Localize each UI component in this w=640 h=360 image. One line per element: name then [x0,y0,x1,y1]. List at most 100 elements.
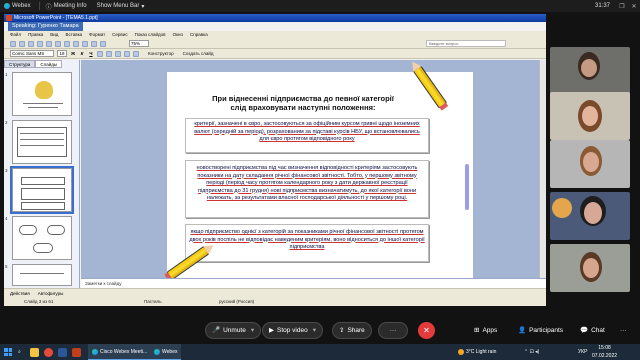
close-icon[interactable]: ✕ [628,3,640,10]
more-panel-button[interactable]: ··· [620,322,627,339]
bullets-icon[interactable] [124,50,130,57]
tab-outline[interactable]: Структура [4,60,36,68]
stop-video-label: Stop video [277,327,308,334]
paste-icon[interactable] [64,40,70,47]
participant-video[interactable] [550,140,630,188]
taskbar-cisco-label: Cisco Webex Meeti... [100,348,148,355]
webex-app-menu[interactable]: Webex [4,3,31,9]
clock-time: 15:08 [598,345,611,351]
help-search-input[interactable]: Введите вопрос [426,40,506,47]
taskbar-chrome-icon[interactable] [44,344,53,360]
chat-button[interactable]: 💬 Chat [580,322,605,339]
show-menu-bar-button[interactable]: Show Menu Bar ▾ [97,3,145,10]
slide-thumbnail[interactable] [12,120,72,164]
slide-thumbnail[interactable] [12,264,72,286]
microphone-muted-icon: 🎤 [212,327,221,334]
menu-item[interactable]: Формат [89,31,105,39]
restore-icon[interactable]: ❐ [616,3,628,10]
text-box-2[interactable]: новостворені підприємства під час визнач… [185,160,429,218]
slide-thumbnail[interactable] [12,216,72,260]
taskbar-cisco-webex[interactable]: Cisco Webex Meeti... [88,344,152,360]
redo-icon[interactable] [82,40,88,47]
menu-item[interactable]: Файл [10,31,21,39]
camera-icon: ▶ [269,327,274,334]
autoshapes-menu[interactable]: Автофигуры [38,289,64,297]
cut-icon[interactable] [46,40,52,47]
language-status: русский (Россия) [219,299,255,304]
weather-widget[interactable]: 3°C Light rain [458,344,496,360]
menu-item[interactable]: Сервис [112,31,127,39]
participant-video[interactable] [550,47,630,95]
new-slide-button[interactable]: Создать слайд [183,51,214,56]
menu-item[interactable]: Справка [190,31,208,39]
participant-video[interactable] [550,244,630,292]
taskbar-word-icon[interactable] [58,344,67,360]
participant-video[interactable] [550,92,630,140]
meeting-info-button[interactable]: ⓘ Meeting Info [46,2,87,11]
pane-tabs: Структура Слайды [4,60,79,68]
notes-field[interactable]: Заметки к слайду [81,278,546,288]
slide-thumbnail-selected[interactable] [10,166,74,214]
tray-icons[interactable]: ⌃ ⊡ ◂) [524,344,539,360]
align-left-icon[interactable] [97,50,103,57]
start-button[interactable] [4,344,12,360]
align-center-icon[interactable] [106,50,112,57]
stop-video-button[interactable]: ▶ Stop video ▾ [262,322,323,339]
participant-video[interactable] [550,192,630,240]
zoom-select[interactable]: 75% [129,40,149,47]
drawing-toolbar: Действия Автофигуры [4,288,546,297]
text-box-1[interactable]: критерії, зазначені в євро, застосовують… [185,118,429,153]
apps-button[interactable]: ⊞ Apps [474,322,497,339]
vertical-scrollbar[interactable] [539,60,546,278]
taskbar: ⌕ Cisco Webex Meeti... Webex 3°C Light r… [0,344,640,360]
font-size-select[interactable]: 18 [57,50,67,57]
slide-thumbnail[interactable] [12,72,72,116]
current-slide[interactable]: При віднесенні підприємства до певної ка… [166,65,473,281]
menu-item[interactable]: Окно [173,31,183,39]
font-select[interactable]: Comic Sans MS [10,50,54,57]
slide-title-line1: При віднесенні підприємства до певної ка… [212,94,394,103]
align-right-icon[interactable] [115,50,121,57]
text-box-2-content: новостворені підприємства під час визнач… [196,165,418,201]
save-icon[interactable] [28,40,34,47]
participants-button[interactable]: 👤 Participants [518,322,563,339]
menu-item[interactable]: Вставка [65,31,82,39]
table-icon[interactable] [100,40,106,47]
unmute-button[interactable]: 🎤 Unmute ▾ [205,322,262,339]
menu-item[interactable]: Правка [28,31,43,39]
print-icon[interactable] [37,40,43,47]
powerpoint-icon [6,15,12,21]
undo-icon[interactable] [73,40,79,47]
language-indicator[interactable]: УКР [578,344,587,360]
text-box-3[interactable]: якщо підприємство однієї з категорій за … [185,224,429,262]
font-color-icon[interactable] [133,50,139,57]
shared-screen: Microsoft PowerPoint - [ТЕМА5.1.ppt] Spe… [4,14,546,306]
webex-window: Webex ⓘ Meeting Info Show Menu Bar ▾ 31:… [0,0,640,360]
taskbar-search-icon[interactable]: ⌕ [18,344,21,360]
clock-date: 07.02.2022 [592,353,618,359]
bold-button[interactable]: Ж [70,51,76,56]
underline-button[interactable]: Ч [88,51,94,56]
meeting-timer: 31:37 [594,3,610,9]
menu-item[interactable]: Показ слайдов [135,31,166,39]
more-options-button[interactable]: ··· [378,322,408,339]
menu-item[interactable]: Вид [50,31,58,39]
italic-button[interactable]: К [79,51,85,56]
new-icon[interactable] [10,40,16,47]
taskbar-webex[interactable]: Webex [150,344,182,360]
tab-slides[interactable]: Слайды [35,60,63,68]
open-icon[interactable] [19,40,25,47]
leave-meeting-button[interactable]: ✕ [418,322,435,339]
heart-graphic-icon [35,81,53,99]
share-button[interactable]: ⇪ Share [332,322,372,339]
copy-icon[interactable] [55,40,61,47]
actions-menu[interactable]: Действия [10,289,30,297]
unmute-label: Unmute [223,327,246,334]
taskbar-ppt-icon[interactable] [72,344,81,360]
taskbar-explorer-icon[interactable] [30,344,39,360]
apps-label: Apps [482,327,498,334]
clock[interactable]: 15:08 07.02.2022 [592,344,617,360]
chart-icon[interactable] [91,40,97,47]
constructor-button[interactable]: Конструктор [148,51,174,56]
more-icon: ··· [620,327,627,334]
